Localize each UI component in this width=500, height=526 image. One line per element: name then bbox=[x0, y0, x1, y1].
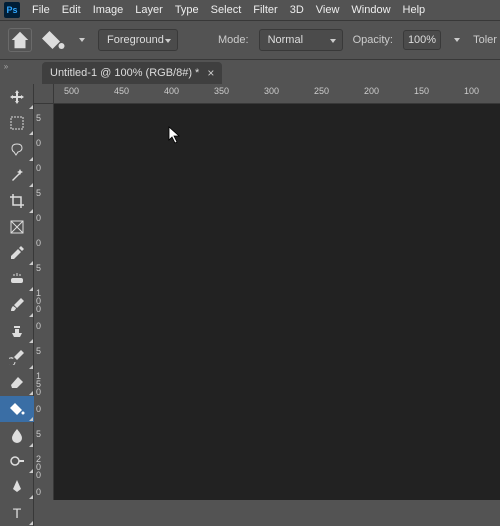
ruler-v-label: 0 bbox=[36, 164, 41, 172]
fill-source-dropdown[interactable]: Foreground bbox=[98, 29, 178, 51]
ruler-h-label: 500 bbox=[64, 86, 79, 96]
svg-text:T: T bbox=[13, 505, 22, 521]
eyedropper-tool[interactable] bbox=[0, 240, 34, 266]
ruler-v-label: 2 0 0 bbox=[36, 455, 41, 479]
eraser-tool[interactable] bbox=[0, 370, 34, 396]
frame-tool[interactable] bbox=[0, 214, 34, 240]
ruler-h-label: 150 bbox=[414, 86, 429, 96]
workspace: 500450400350300250200150100 50050051 0 0… bbox=[34, 84, 500, 500]
ruler-v-label: 5 bbox=[36, 430, 41, 438]
crop-tool[interactable] bbox=[0, 188, 34, 214]
ruler-v-label: 0 bbox=[36, 488, 41, 496]
ruler-v-label: 0 bbox=[36, 405, 41, 413]
magic-wand-tool[interactable] bbox=[0, 162, 34, 188]
ruler-v-label: 5 bbox=[36, 189, 41, 197]
ruler-h-label: 300 bbox=[264, 86, 279, 96]
app-logo: Ps bbox=[4, 2, 20, 18]
menu-3d[interactable]: 3D bbox=[284, 4, 310, 16]
panel-toggle-icon[interactable]: » bbox=[0, 60, 12, 72]
opacity-dropdown[interactable] bbox=[451, 30, 463, 50]
opacity-label: Opacity: bbox=[353, 34, 393, 46]
menu-bar: Ps File Edit Image Layer Type Select Fil… bbox=[0, 0, 500, 20]
ruler-v-label: 5 bbox=[36, 264, 41, 272]
clone-stamp-tool[interactable] bbox=[0, 318, 34, 344]
menu-select[interactable]: Select bbox=[205, 4, 248, 16]
history-brush-tool[interactable] bbox=[0, 344, 34, 370]
move-tool[interactable] bbox=[0, 84, 34, 110]
menu-help[interactable]: Help bbox=[397, 4, 432, 16]
horizontal-ruler[interactable]: 500 450 400 350 300 250 200 150 100 bbox=[54, 84, 500, 104]
dodge-tool[interactable] bbox=[0, 448, 34, 474]
mode-label: Mode: bbox=[218, 34, 249, 46]
ruler-v-label: 5 bbox=[36, 347, 41, 355]
menu-edit[interactable]: Edit bbox=[56, 4, 87, 16]
marquee-tool[interactable] bbox=[0, 110, 34, 136]
ruler-h-label: 450 bbox=[114, 86, 129, 96]
ruler-h-label: 250 bbox=[314, 86, 329, 96]
toolbox: T bbox=[0, 84, 34, 526]
close-icon[interactable]: × bbox=[207, 66, 214, 80]
tool-preset-dropdown[interactable] bbox=[76, 30, 88, 50]
menu-image[interactable]: Image bbox=[87, 4, 130, 16]
paint-bucket-tool[interactable] bbox=[0, 396, 34, 422]
ruler-h-label: 350 bbox=[214, 86, 229, 96]
tolerance-label: Toler bbox=[473, 34, 497, 46]
ruler-v-label: 1 5 0 bbox=[36, 372, 41, 396]
healing-brush-tool[interactable] bbox=[0, 266, 34, 292]
blur-tool[interactable] bbox=[0, 422, 34, 448]
ruler-v-label: 1 0 0 bbox=[36, 289, 41, 313]
document-tab[interactable]: Untitled-1 @ 100% (RGB/8#) * × bbox=[42, 62, 222, 84]
type-tool[interactable]: T bbox=[0, 500, 34, 526]
menu-layer[interactable]: Layer bbox=[129, 4, 169, 16]
ruler-v-label: 0 bbox=[36, 214, 41, 222]
options-bar: Foreground Mode: Normal Opacity: 100% To… bbox=[0, 20, 500, 60]
document-tab-bar: Untitled-1 @ 100% (RGB/8#) * × bbox=[42, 62, 222, 84]
lasso-tool[interactable] bbox=[0, 136, 34, 162]
ruler-corner bbox=[34, 84, 54, 104]
ruler-v-label: 0 bbox=[36, 139, 41, 147]
ruler-v-label: 0 bbox=[36, 322, 41, 330]
canvas[interactable] bbox=[54, 104, 500, 500]
mode-dropdown[interactable]: Normal bbox=[259, 29, 343, 51]
ruler-h-label: 100 bbox=[464, 86, 479, 96]
ruler-h-label: 200 bbox=[364, 86, 379, 96]
menu-file[interactable]: File bbox=[26, 4, 56, 16]
brush-tool[interactable] bbox=[0, 292, 34, 318]
vertical-ruler[interactable]: 5 0 0 5 0 0 5 1 0 0 0 5 1 5 0 0 5 2 0 0 0 bbox=[34, 104, 54, 500]
menu-type[interactable]: Type bbox=[169, 4, 205, 16]
ruler-v-label: 5 bbox=[36, 114, 41, 122]
menu-window[interactable]: Window bbox=[345, 4, 396, 16]
pen-tool[interactable] bbox=[0, 474, 34, 500]
paint-bucket-icon[interactable] bbox=[42, 28, 66, 52]
menu-filter[interactable]: Filter bbox=[247, 4, 283, 16]
ruler-v-label: 0 bbox=[36, 239, 41, 247]
ruler-h-label: 400 bbox=[164, 86, 179, 96]
home-button[interactable] bbox=[8, 28, 32, 52]
document-tab-title: Untitled-1 @ 100% (RGB/8#) * bbox=[50, 67, 199, 79]
menu-view[interactable]: View bbox=[310, 4, 346, 16]
opacity-input[interactable]: 100% bbox=[403, 30, 441, 50]
